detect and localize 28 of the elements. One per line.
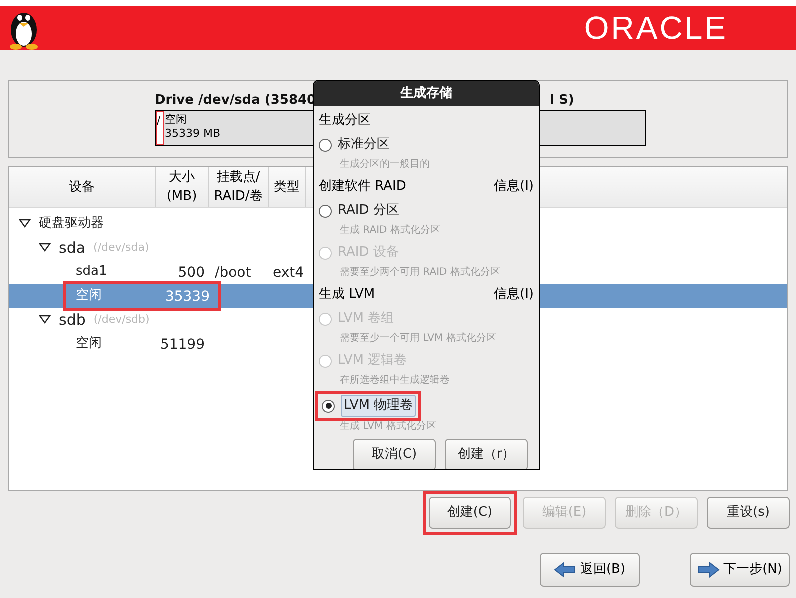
segment-name: / (157, 114, 162, 128)
option-hint: 需要至少一个可用 LVM 格式化分区 (339, 332, 498, 346)
oracle-logo: ORACLE (584, 9, 728, 48)
section-heading: 创建软件 RAID (319, 178, 406, 196)
dialog-title: 生成存储 (314, 81, 539, 106)
segment-name: 空闲 (165, 113, 188, 127)
device-name: sda (59, 238, 86, 259)
option-hint: 生成 RAID 格式化分区 (339, 224, 442, 238)
device-name: sda1 (76, 263, 108, 282)
mount-cell: /boot (215, 265, 252, 281)
drive-title: l S) (550, 92, 574, 110)
device-name: 空闲 (76, 335, 102, 354)
option-hint: 在所选卷组中生成逻辑卷 (339, 374, 451, 388)
option-hint: 需要至少两个可用 RAID 格式化分区 (339, 266, 502, 280)
option-hint: 生成分区的一般目的 (339, 158, 431, 172)
type-cell: ext4 (273, 265, 304, 281)
device-name: sdb (59, 310, 86, 331)
section-heading: 生成 LVM (319, 286, 376, 304)
size-cell: 51199 (160, 337, 205, 353)
size-cell: 500 (178, 265, 205, 281)
device-name: 硬盘驱动器 (39, 215, 104, 234)
device-path: (/dev/sdb) (94, 312, 150, 328)
device-path: (/dev/sda) (94, 240, 150, 256)
segment-size: 35339 MB (165, 127, 221, 141)
device-name: 空闲 (76, 287, 102, 306)
section-heading: 生成分区 (319, 112, 371, 130)
option-hint: 生成 LVM 格式化分区 (339, 420, 438, 434)
size-cell: 35339 (165, 289, 210, 305)
